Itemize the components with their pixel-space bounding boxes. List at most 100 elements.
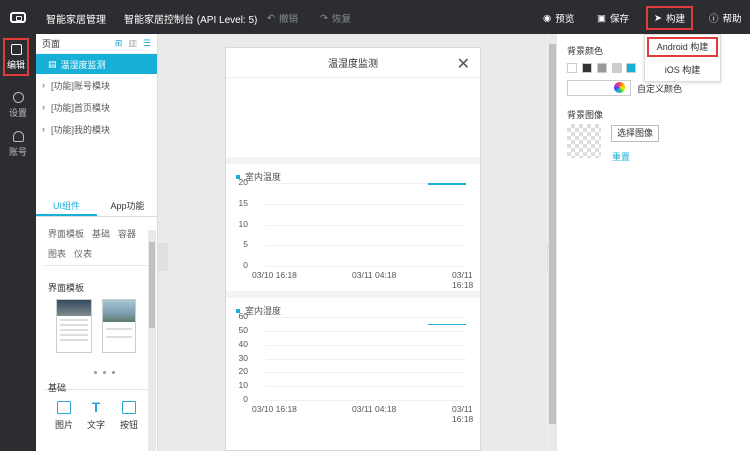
category-row: 图表 仪表	[48, 247, 148, 260]
phone-title: 温湿度监测	[328, 59, 378, 70]
redo-button[interactable]: ↷ 恢复	[320, 11, 351, 26]
grid-line	[266, 245, 466, 247]
grid-line	[266, 386, 466, 388]
button-icon	[122, 401, 136, 414]
basic-text[interactable]: T 文字	[83, 400, 109, 431]
template-thumb-list[interactable]	[56, 299, 92, 353]
build-button[interactable]: ➤ 构建	[646, 6, 693, 30]
y-tick-label: 40	[238, 338, 248, 349]
basic-button[interactable]: 按钮	[116, 401, 142, 431]
category-gauge[interactable]: 仪表	[74, 247, 92, 260]
tab-ui-components[interactable]: UI组件	[36, 197, 97, 216]
category-row: 界面模板 基础 容器	[48, 227, 148, 240]
help-label: 帮助	[722, 14, 742, 25]
bg-image-label: 背景图像	[567, 110, 604, 120]
chevron-right-icon: ›	[42, 102, 45, 112]
save-button[interactable]: ▣ 保存	[597, 11, 629, 26]
help-button[interactable]: ⓘ 帮助	[709, 11, 742, 25]
page-item[interactable]: › [功能]我的模块	[36, 118, 157, 140]
y-tick-label: 10	[238, 218, 248, 229]
y-tick-label: 20	[238, 177, 248, 187]
y-tick-label: 5	[243, 239, 248, 250]
save-label: 保存	[609, 14, 629, 25]
nav-edit[interactable]: 编辑	[3, 38, 29, 76]
panel-scrollbar[interactable]	[148, 230, 156, 451]
canvas-scrollbar[interactable]	[548, 34, 557, 451]
ios-build-item[interactable]: iOS 构建	[647, 61, 718, 79]
send-icon: ➤	[654, 12, 662, 24]
choose-image-button[interactable]: 选择图像	[611, 125, 659, 142]
page-item-label: [功能]我的模块	[51, 124, 111, 135]
series-line	[428, 323, 466, 326]
android-build-item[interactable]: Android 构建	[647, 37, 718, 57]
redo-icon: ↷	[320, 12, 328, 24]
pages-header: 页面 ⊞ ▥ ☰	[36, 34, 157, 54]
basic-text-label: 文字	[86, 420, 105, 430]
menu-icon[interactable]: ☰	[143, 38, 151, 49]
collapse-left-handle[interactable]	[158, 243, 168, 271]
nav-account[interactable]: 账号	[0, 126, 36, 162]
y-tick-label: 0	[243, 394, 248, 404]
grid-line	[266, 344, 466, 346]
preview-button[interactable]: ◉ 预览	[543, 11, 575, 26]
section-templates-title: 界面模板	[48, 283, 85, 293]
undo-button[interactable]: ↶ 撤销	[267, 11, 298, 26]
custom-color-label: 自定义颜色	[637, 84, 683, 94]
grid-line	[266, 330, 466, 332]
y-tick-label: 30	[238, 352, 248, 363]
category-container[interactable]: 容器	[118, 227, 136, 240]
eye-icon: ◉	[543, 12, 552, 24]
app-logo-icon	[0, 0, 36, 34]
reset-link[interactable]: 重置	[612, 150, 630, 163]
x-tick-label: 03/10 16:18	[252, 404, 297, 414]
category-templates[interactable]: 界面模板	[48, 227, 84, 240]
color-swatch[interactable]	[597, 63, 607, 73]
y-tick-label: 0	[243, 260, 248, 270]
color-wheel-icon[interactable]	[614, 82, 625, 93]
grid-line	[266, 224, 466, 226]
nav-edit-label: 编辑	[6, 59, 25, 70]
help-icon: ⓘ	[709, 14, 719, 25]
page-item[interactable]: ▤ 温湿度监测	[36, 54, 157, 74]
edit-icon	[10, 43, 22, 55]
nav-settings[interactable]: 设置	[0, 87, 36, 123]
page-item-label: [功能]账号模块	[51, 80, 111, 91]
pages-panel: 页面 ⊞ ▥ ☰ ▤ 温湿度监测 › [功能]账号模块 › [功能]首页模块 › [功能]我…	[36, 34, 158, 451]
y-tick-label: 20	[238, 366, 248, 377]
add-page-icon[interactable]: ⊞	[115, 38, 123, 49]
delete-page-icon[interactable]: ▥	[128, 38, 137, 49]
bg-color-label: 背景颜色	[567, 46, 604, 56]
basic-image[interactable]: 图片	[51, 401, 77, 431]
color-swatch[interactable]	[582, 63, 592, 73]
y-tick-label: 15	[238, 197, 248, 208]
page-item-label: 温湿度监测	[60, 59, 106, 70]
carousel-dots	[94, 371, 115, 374]
grid-line	[266, 266, 466, 267]
category-chart[interactable]: 图表	[48, 247, 66, 260]
page-item[interactable]: › [功能]首页模块	[36, 96, 157, 118]
phone-preview: 温湿度监测 ✕ 室内温度 0 5 10 15 20 03/10 16:18 03/11 04…	[225, 47, 481, 451]
pages-header-label: 页面	[42, 39, 61, 49]
redo-label: 恢复	[331, 14, 351, 25]
grid-line	[266, 372, 466, 374]
color-swatch[interactable]	[612, 63, 622, 73]
color-swatch[interactable]	[626, 63, 636, 73]
tab-app-features[interactable]: App功能	[97, 197, 158, 216]
y-tick-label: 60	[238, 311, 248, 321]
page-item-label: [功能]首页模块	[51, 102, 111, 113]
nav-account-label: 账号	[8, 146, 27, 157]
category-basic[interactable]: 基础	[92, 227, 110, 240]
template-thumb-landscape[interactable]	[102, 299, 136, 353]
settings-icon	[12, 91, 24, 103]
image-icon	[57, 401, 71, 414]
color-swatch[interactable]	[567, 63, 577, 73]
close-icon[interactable]: ✕	[457, 54, 470, 74]
x-tick-label: 03/11 16:18	[452, 404, 474, 424]
series-line	[428, 183, 466, 185]
preview-label: 预览	[555, 14, 575, 25]
chart-title: 室内湿度	[245, 306, 282, 316]
floppy-icon: ▣	[597, 12, 606, 24]
y-tick-label: 10	[238, 380, 248, 391]
chart-title: 室内温度	[245, 172, 282, 182]
page-item[interactable]: › [功能]账号模块	[36, 74, 157, 96]
